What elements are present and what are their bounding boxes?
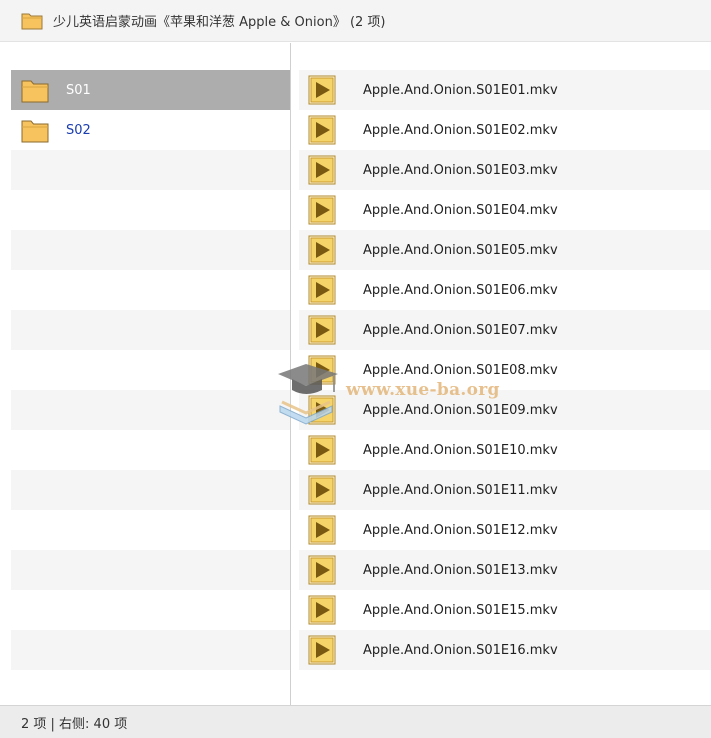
video-file-icon bbox=[308, 515, 336, 545]
file-name: Apple.And.Onion.S01E12.mkv bbox=[363, 522, 558, 538]
status-bar: 2 项 | 右侧: 40 项 bbox=[0, 705, 711, 738]
file-name: Apple.And.Onion.S01E16.mkv bbox=[363, 642, 558, 658]
file-name: Apple.And.Onion.S01E07.mkv bbox=[363, 322, 558, 338]
row-background bbox=[11, 230, 290, 270]
file-item[interactable]: Apple.And.Onion.S01E10.mkv bbox=[299, 430, 711, 470]
folder-icon bbox=[21, 13, 43, 30]
folder-label: S01 bbox=[66, 82, 91, 98]
video-file-icon bbox=[308, 195, 336, 225]
video-file-icon bbox=[308, 595, 336, 625]
video-file-icon bbox=[308, 435, 336, 465]
video-file-icon bbox=[308, 635, 336, 665]
folder-icon bbox=[21, 120, 49, 142]
file-name: Apple.And.Onion.S01E05.mkv bbox=[363, 242, 558, 258]
file-name: Apple.And.Onion.S01E02.mkv bbox=[363, 122, 558, 138]
file-item[interactable]: Apple.And.Onion.S01E03.mkv bbox=[299, 150, 711, 190]
file-name: Apple.And.Onion.S01E10.mkv bbox=[363, 442, 558, 458]
file-item[interactable]: Apple.And.Onion.S01E07.mkv bbox=[299, 310, 711, 350]
video-file-icon bbox=[308, 395, 336, 425]
row-background bbox=[11, 630, 290, 670]
file-name: Apple.And.Onion.S01E04.mkv bbox=[363, 202, 558, 218]
file-name: Apple.And.Onion.S01E08.mkv bbox=[363, 362, 558, 378]
file-name: Apple.And.Onion.S01E01.mkv bbox=[363, 82, 558, 98]
video-file-icon bbox=[308, 235, 336, 265]
video-file-icon bbox=[308, 555, 336, 585]
file-item[interactable]: Apple.And.Onion.S01E06.mkv bbox=[299, 270, 711, 310]
file-name: Apple.And.Onion.S01E09.mkv bbox=[363, 402, 558, 418]
file-item[interactable]: Apple.And.Onion.S01E16.mkv bbox=[299, 630, 711, 670]
folder-label: S02 bbox=[66, 122, 91, 138]
folder-item-s02[interactable]: S02 bbox=[11, 110, 290, 150]
file-item[interactable]: Apple.And.Onion.S01E11.mkv bbox=[299, 470, 711, 510]
folder-pane: S01 S02 bbox=[0, 43, 290, 705]
file-name: Apple.And.Onion.S01E13.mkv bbox=[363, 562, 558, 578]
file-item[interactable]: Apple.And.Onion.S01E01.mkv bbox=[299, 70, 711, 110]
file-item[interactable]: Apple.And.Onion.S01E13.mkv bbox=[299, 550, 711, 590]
video-file-icon bbox=[308, 355, 336, 385]
window-title: 少儿英语启蒙动画《苹果和洋葱 Apple & Onion》 (2 项) bbox=[53, 15, 386, 30]
file-name: Apple.And.Onion.S01E03.mkv bbox=[363, 162, 558, 178]
file-name: Apple.And.Onion.S01E06.mkv bbox=[363, 282, 558, 298]
row-background bbox=[11, 390, 290, 430]
file-item[interactable]: Apple.And.Onion.S01E02.mkv bbox=[299, 110, 711, 150]
folder-item-s01[interactable]: S01 bbox=[11, 70, 290, 110]
video-file-icon bbox=[308, 115, 336, 145]
file-item[interactable]: Apple.And.Onion.S01E08.mkv bbox=[299, 350, 711, 390]
row-background bbox=[11, 150, 290, 190]
row-background bbox=[11, 470, 290, 510]
video-file-icon bbox=[308, 475, 336, 505]
row-background bbox=[11, 310, 290, 350]
video-file-icon bbox=[308, 275, 336, 305]
file-item[interactable]: Apple.And.Onion.S01E05.mkv bbox=[299, 230, 711, 270]
title-bar: 少儿英语启蒙动画《苹果和洋葱 Apple & Onion》 (2 项) bbox=[0, 0, 711, 42]
file-item[interactable]: Apple.And.Onion.S01E12.mkv bbox=[299, 510, 711, 550]
row-background bbox=[11, 550, 290, 590]
file-name: Apple.And.Onion.S01E11.mkv bbox=[363, 482, 558, 498]
file-pane: Apple.And.Onion.S01E01.mkv Apple.And.Onio… bbox=[291, 43, 711, 705]
file-item[interactable]: Apple.And.Onion.S01E09.mkv bbox=[299, 390, 711, 430]
file-item[interactable]: Apple.And.Onion.S01E04.mkv bbox=[299, 190, 711, 230]
folder-icon bbox=[21, 80, 49, 102]
video-file-icon bbox=[308, 75, 336, 105]
file-item[interactable]: Apple.And.Onion.S01E15.mkv bbox=[299, 590, 711, 630]
file-name: Apple.And.Onion.S01E15.mkv bbox=[363, 602, 558, 618]
video-file-icon bbox=[308, 155, 336, 185]
video-file-icon bbox=[308, 315, 336, 345]
status-text: 2 项 | 右侧: 40 项 bbox=[21, 716, 128, 732]
